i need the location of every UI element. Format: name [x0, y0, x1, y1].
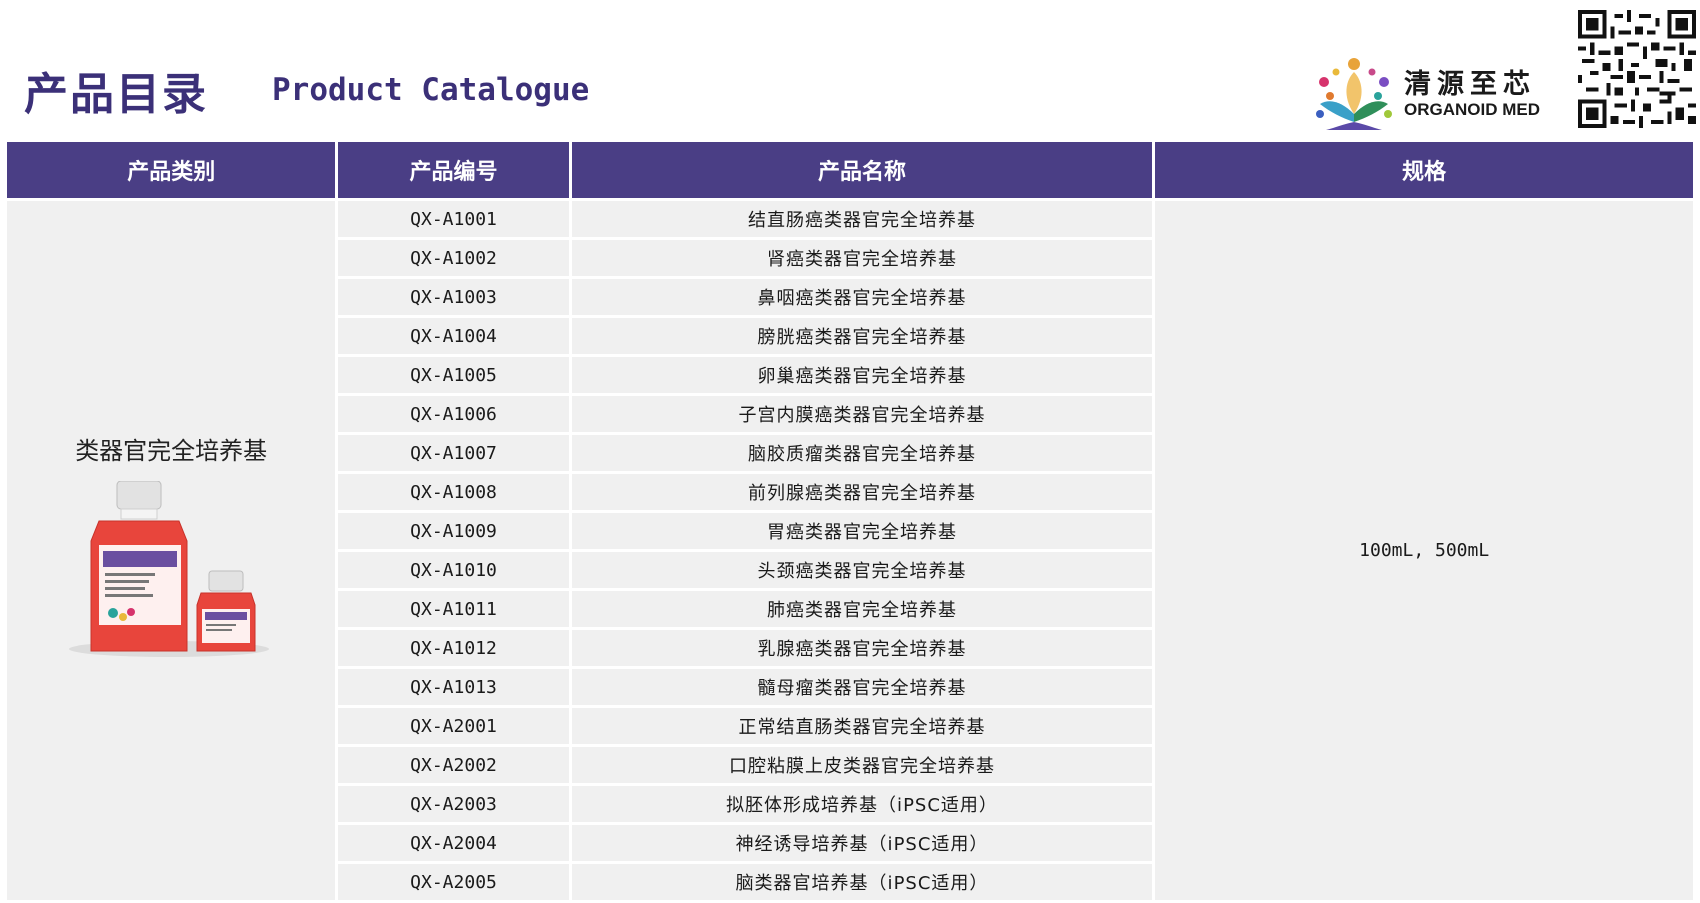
product-code: QX-A1008 [338, 474, 569, 510]
product-code: QX-A1013 [338, 669, 569, 705]
brand-block: 清源至芯 ORGANOID MED [1312, 52, 1544, 132]
product-name: 鼻咽癌类器官完全培养基 [571, 279, 1153, 315]
product-name: 胃癌类器官完全培养基 [571, 513, 1153, 549]
product-name: 肾癌类器官完全培养基 [571, 240, 1153, 276]
product-code: QX-A1006 [338, 396, 569, 432]
table-header-row: 产品类别 产品编号 产品名称 规格 [7, 142, 1693, 198]
product-name: 前列腺癌类器官完全培养基 [571, 474, 1153, 510]
product-name: 头颈癌类器官完全培养基 [571, 552, 1153, 588]
product-name: 神经诱导培养基（iPSC适用） [571, 825, 1153, 861]
brand-name-en: ORGANOID MED [1404, 100, 1540, 119]
product-name: 膀胱癌类器官完全培养基 [571, 318, 1153, 354]
product-name: 卵巢癌类器官完全培养基 [571, 357, 1153, 393]
product-name: 结直肠癌类器官完全培养基 [571, 201, 1153, 237]
product-code: QX-A2004 [338, 825, 569, 861]
category-cell: 类器官完全培养基 [7, 201, 336, 900]
product-code: QX-A1011 [338, 591, 569, 627]
page-title-en: Product Catalogue [272, 72, 590, 108]
header-category: 产品类别 [7, 142, 336, 198]
header-code: 产品编号 [338, 142, 569, 198]
product-code: QX-A1005 [338, 357, 569, 393]
qr-code-icon [1578, 10, 1696, 128]
product-name: 脑类器官培养基（iPSC适用） [571, 864, 1153, 900]
header-spec: 规格 [1155, 142, 1693, 198]
product-code: QX-A2005 [338, 864, 569, 900]
product-code: QX-A1003 [338, 279, 569, 315]
product-name: 拟胚体形成培养基（iPSC适用） [571, 786, 1153, 822]
culture-medium-bottles-image [69, 480, 269, 657]
product-code: QX-A1001 [338, 201, 569, 237]
category-label: 类器官完全培养基 [75, 436, 268, 465]
product-name: 脑胶质瘤类器官完全培养基 [571, 435, 1153, 471]
product-code: QX-A2001 [338, 708, 569, 744]
product-code: QX-A1002 [338, 240, 569, 276]
product-code: QX-A1007 [338, 435, 569, 471]
product-name: 口腔粘膜上皮类器官完全培养基 [571, 747, 1153, 783]
product-code: QX-A2003 [338, 786, 569, 822]
product-code: QX-A1009 [338, 513, 569, 549]
product-code: QX-A1012 [338, 630, 569, 666]
brand-name-cn: 清源至芯 [1404, 69, 1536, 100]
table-row: 类器官完全培养基 QX-A1001 结直肠癌类器官完全培养基 100mL, 50… [7, 201, 1693, 900]
spec-cell: 100mL, 500mL [1155, 201, 1693, 900]
page-title-cn: 产品目录 [24, 69, 208, 120]
header-name: 产品名称 [571, 142, 1153, 198]
product-name: 肺癌类器官完全培养基 [571, 591, 1153, 627]
organoid-med-logo-icon [1316, 58, 1392, 130]
product-table: 产品类别 产品编号 产品名称 规格 类器官完全培养基 QX-A1001 结直肠癌… [4, 139, 1696, 903]
product-name: 正常结直肠类器官完全培养基 [571, 708, 1153, 744]
product-code: QX-A1004 [338, 318, 569, 354]
product-name: 乳腺癌类器官完全培养基 [571, 630, 1153, 666]
product-name: 髓母瘤类器官完全培养基 [571, 669, 1153, 705]
product-name: 子宫内膜癌类器官完全培养基 [571, 396, 1153, 432]
product-code: QX-A2002 [338, 747, 569, 783]
product-code: QX-A1010 [338, 552, 569, 588]
